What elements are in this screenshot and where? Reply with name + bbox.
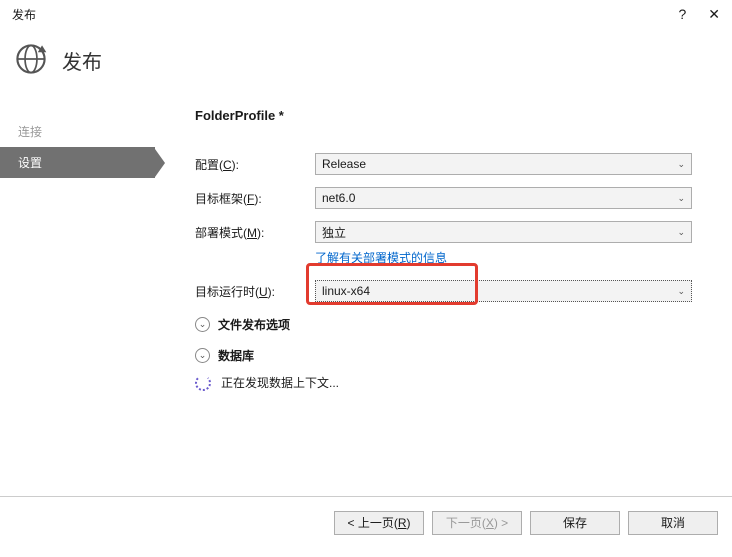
titlebar-controls: ? ✕: [678, 6, 724, 23]
window-title: 发布: [12, 6, 36, 23]
framework-value: net6.0: [322, 191, 355, 205]
sidebar-item-label: 连接: [18, 125, 42, 139]
runtime-label: 目标运行时(U):: [195, 283, 315, 300]
framework-label: 目标框架(F):: [195, 190, 315, 207]
main-panel: FolderProfile * 配置(C): Release ⌄ 目标框架(F)…: [155, 88, 732, 496]
prev-button[interactable]: < 上一页(R): [334, 511, 424, 535]
profile-title: FolderProfile *: [195, 108, 692, 123]
help-icon[interactable]: ?: [678, 6, 686, 22]
sidebar-item-label: 设置: [18, 156, 42, 170]
cancel-button[interactable]: 取消: [628, 511, 718, 535]
chevron-down-icon: ⌄: [677, 227, 685, 238]
chevron-down-icon: ⌄: [195, 348, 210, 363]
expander-label: 文件发布选项: [218, 316, 290, 333]
discovering-text: 正在发现数据上下文...: [221, 374, 339, 391]
runtime-row: 目标运行时(U): linux-x64 ⌄: [195, 280, 692, 302]
dialog-body: 连接 设置 FolderProfile * 配置(C): Release ⌄ 目…: [0, 88, 732, 496]
close-icon[interactable]: ✕: [704, 6, 724, 23]
config-label: 配置(C):: [195, 156, 315, 173]
config-value: Release: [322, 157, 366, 171]
runtime-select[interactable]: linux-x64 ⌄: [315, 280, 692, 302]
titlebar: 发布 ? ✕: [0, 0, 732, 28]
sidebar-item-connection[interactable]: 连接: [0, 116, 155, 147]
spinner-icon: [195, 375, 211, 391]
expander-database[interactable]: ⌄ 数据库: [195, 347, 692, 364]
chevron-down-icon: ⌄: [195, 317, 210, 332]
chevron-down-icon: ⌄: [677, 159, 685, 170]
expander-file-publish[interactable]: ⌄ 文件发布选项: [195, 316, 692, 333]
page-title: 发布: [62, 46, 102, 75]
deploy-info-link[interactable]: 了解有关部署模式的信息: [315, 251, 447, 265]
discovering-status: 正在发现数据上下文...: [195, 374, 692, 391]
framework-select[interactable]: net6.0 ⌄: [315, 187, 692, 209]
framework-row: 目标框架(F): net6.0 ⌄: [195, 187, 692, 209]
sidebar-item-settings[interactable]: 设置: [0, 147, 155, 178]
runtime-value: linux-x64: [322, 284, 370, 298]
deploy-label: 部署模式(M):: [195, 224, 315, 241]
deploy-row: 部署模式(M): 独立 ⌄: [195, 221, 692, 243]
deploy-info-link-row: 了解有关部署模式的信息: [315, 249, 692, 266]
publish-globe-icon: [14, 42, 48, 79]
chevron-down-icon: ⌄: [677, 193, 685, 204]
dialog-header: 发布: [0, 28, 732, 88]
expander-label: 数据库: [218, 347, 254, 364]
config-row: 配置(C): Release ⌄: [195, 153, 692, 175]
next-button: 下一页(X) >: [432, 511, 522, 535]
dialog-footer: < 上一页(R) 下一页(X) > 保存 取消: [0, 496, 732, 548]
save-button[interactable]: 保存: [530, 511, 620, 535]
chevron-down-icon: ⌄: [677, 286, 685, 297]
sidebar: 连接 设置: [0, 88, 155, 496]
deploy-value: 独立: [322, 224, 346, 241]
deploy-select[interactable]: 独立 ⌄: [315, 221, 692, 243]
config-select[interactable]: Release ⌄: [315, 153, 692, 175]
